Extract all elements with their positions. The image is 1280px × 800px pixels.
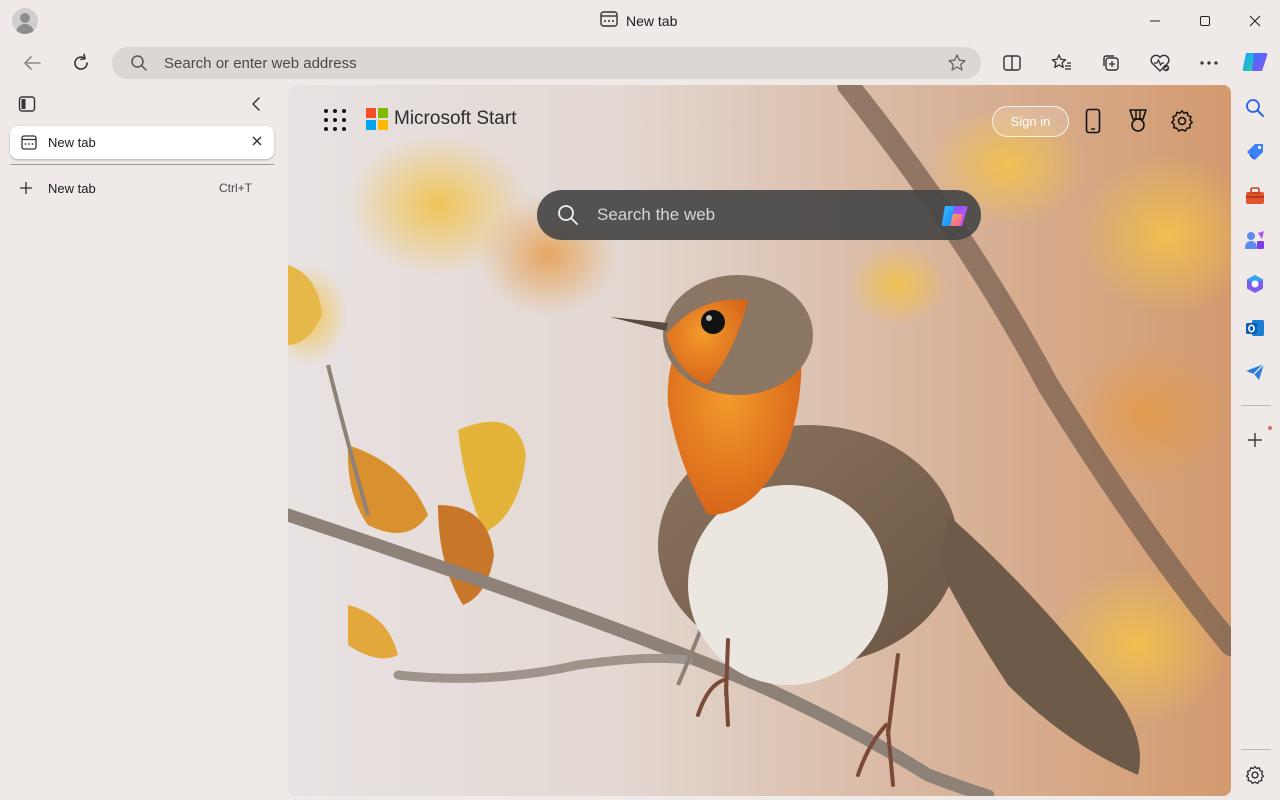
sidebar-add-icon[interactable] xyxy=(1243,428,1267,452)
tab-page-icon xyxy=(21,135,37,150)
minimize-button[interactable] xyxy=(1130,0,1180,42)
microsoft-start-logo[interactable]: Microsoft Start xyxy=(366,108,516,130)
search-icon xyxy=(130,54,150,72)
microsoft-logo-icon xyxy=(366,108,388,130)
sidebar-drop-icon[interactable] xyxy=(1243,360,1267,384)
sidebar-microsoft365-icon[interactable] xyxy=(1243,272,1267,296)
notification-dot xyxy=(1268,426,1272,430)
sign-in-button[interactable]: Sign in xyxy=(992,106,1069,137)
favorites-button[interactable] xyxy=(1046,47,1078,79)
new-tab-page: Microsoft Start Sign in xyxy=(288,85,1231,796)
refresh-button[interactable] xyxy=(65,47,97,79)
apps-launcher-button[interactable] xyxy=(324,109,346,131)
window-title: New tab xyxy=(600,11,677,30)
rewards-button[interactable] xyxy=(1122,105,1154,137)
close-tab-icon[interactable] xyxy=(250,134,264,151)
vertical-tabs-pane: New tab New tab Ctrl+T xyxy=(0,84,288,800)
collapse-pane-icon[interactable] xyxy=(248,95,264,118)
close-window-button[interactable] xyxy=(1230,0,1280,42)
tab-page-icon xyxy=(600,11,618,30)
browser-essentials-button[interactable] xyxy=(1144,47,1176,79)
web-search-box[interactable] xyxy=(537,190,981,240)
maximize-button[interactable] xyxy=(1180,0,1230,42)
edge-sidebar xyxy=(1231,84,1280,800)
window-title-text: New tab xyxy=(626,12,678,29)
back-button[interactable] xyxy=(16,47,48,79)
tab-actions-icon[interactable] xyxy=(18,95,36,118)
copilot-search-icon[interactable] xyxy=(939,200,971,232)
web-search-input[interactable] xyxy=(597,205,917,225)
page-settings-button[interactable] xyxy=(1166,105,1198,137)
more-options-button[interactable] xyxy=(1193,47,1225,79)
brand-name: Microsoft Start xyxy=(394,108,517,129)
profile-avatar[interactable] xyxy=(12,8,38,34)
tab-pane-divider xyxy=(10,164,274,165)
address-bar[interactable] xyxy=(112,47,981,79)
new-tab-shortcut: Ctrl+T xyxy=(219,181,252,195)
address-input[interactable] xyxy=(164,54,924,72)
mobile-app-button[interactable] xyxy=(1077,105,1109,137)
sidebar-games-icon[interactable] xyxy=(1243,228,1267,252)
sidebar-settings-icon[interactable] xyxy=(1243,763,1267,787)
navigation-toolbar xyxy=(0,42,1280,84)
new-tab-button[interactable]: New tab Ctrl+T xyxy=(10,174,274,202)
sidebar-outlook-icon[interactable] xyxy=(1243,316,1267,340)
split-screen-button[interactable] xyxy=(996,47,1028,79)
favorite-star-icon[interactable] xyxy=(947,53,967,78)
tab-item[interactable]: New tab xyxy=(10,126,274,159)
sidebar-tools-icon[interactable] xyxy=(1243,184,1267,208)
collections-button[interactable] xyxy=(1095,47,1127,79)
sidebar-search-icon[interactable] xyxy=(1243,96,1267,120)
tab-label: New tab xyxy=(48,135,96,150)
title-bar: New tab xyxy=(0,0,1280,42)
plus-icon xyxy=(18,180,34,196)
copilot-button[interactable] xyxy=(1239,46,1271,78)
sidebar-divider xyxy=(1241,405,1271,406)
sidebar-divider-bottom xyxy=(1241,749,1271,750)
search-icon xyxy=(557,204,581,226)
new-tab-label: New tab xyxy=(48,180,96,196)
tab-pane-header xyxy=(0,84,288,124)
sidebar-shopping-icon[interactable] xyxy=(1243,140,1267,164)
window-controls xyxy=(1130,0,1280,42)
